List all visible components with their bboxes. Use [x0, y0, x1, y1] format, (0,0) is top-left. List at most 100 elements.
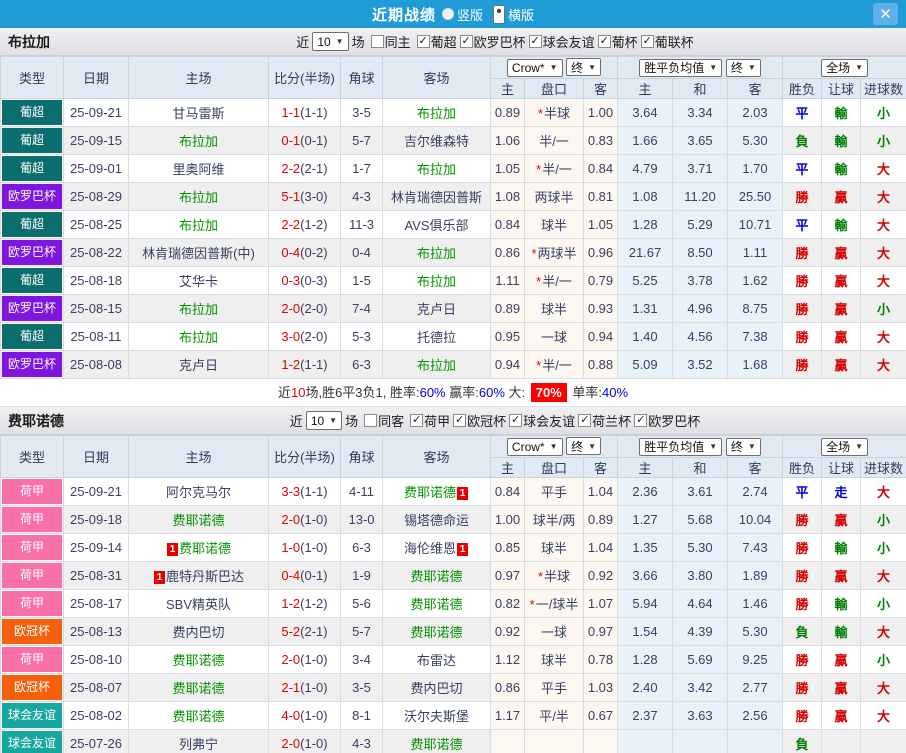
handicap-result-cell: 贏: [822, 239, 861, 267]
handicap-result-cell: 贏: [822, 702, 861, 730]
handicap-result-cell: 贏: [822, 562, 861, 590]
corner-cell: 6-3: [341, 534, 383, 562]
close-button[interactable]: ✕: [873, 3, 898, 25]
team-name: 费耶诺德: [172, 681, 224, 696]
outcome-cell: 負: [783, 730, 822, 753]
halftime-score: (0-2): [300, 245, 327, 260]
match-row: 葡超25-09-21甘马雷斯1-1(1-1)3-5布拉加0.89*半球1.003…: [1, 99, 906, 127]
goals-result-cell: 小: [861, 534, 906, 562]
fulltime-score: 2-0: [281, 512, 300, 527]
score-cell: 1-2(1-1): [269, 351, 341, 379]
section-team-name: 布拉加: [8, 32, 50, 52]
league-filter-label: 欧罗巴杯: [474, 32, 526, 51]
score-cell: 3-3(1-1): [269, 478, 341, 506]
avg-draw-cell: 4.39: [673, 618, 728, 646]
outcome-cell: 勝: [783, 351, 822, 379]
outcome-cell: 勝: [783, 183, 822, 211]
handicap-cell: *半球: [525, 99, 584, 127]
bookmaker-select[interactable]: Crow*▼: [507, 59, 563, 77]
league-filter-checkbox[interactable]: ✓葡超: [417, 32, 457, 51]
home-team-cell: 布拉加: [129, 183, 269, 211]
team-name: 布拉加: [179, 134, 218, 149]
mean-final-select[interactable]: 终▼: [726, 438, 761, 456]
bookmaker-select[interactable]: Crow*▼: [507, 438, 563, 456]
radio-vertical-layout[interactable]: 竖版: [442, 5, 483, 24]
handicap-cell: 平手: [525, 478, 584, 506]
match-row: 荷甲25-09-18费耶诺德2-0(1-0)13-0锡塔德命运1.00球半/两0…: [1, 506, 906, 534]
scope-select[interactable]: 全场▼: [821, 59, 868, 77]
fulltime-score: 2-0: [281, 736, 300, 751]
league-badge: 葡超: [2, 128, 62, 153]
mean-select-value: 胜平负均值: [644, 438, 704, 455]
odds-away-cell: 0.78: [584, 646, 618, 674]
handicap-result-cell: 輸: [822, 99, 861, 127]
col-header-type: 类型: [1, 57, 64, 99]
avg-away-cell: 7.43: [728, 534, 783, 562]
league-filter-checkbox[interactable]: ✓欧冠杯: [453, 411, 506, 430]
home-team-cell: 阿尔克马尔: [129, 478, 269, 506]
date-cell: 25-08-17: [64, 590, 129, 618]
mean-group-header: 胜平负均值▼ 终▼: [618, 436, 783, 458]
mean-select[interactable]: 胜平负均值▼: [639, 438, 722, 456]
recent-count-select[interactable]: 10 ▼: [312, 32, 348, 51]
handicap-text: 平手: [541, 681, 567, 696]
date-cell: 25-08-15: [64, 295, 129, 323]
same-venue-checkbox[interactable]: 同客: [364, 411, 404, 430]
radio-horizontal-layout[interactable]: 横版: [493, 5, 534, 24]
col-header-date: 日期: [64, 436, 129, 478]
league-filter-checkbox[interactable]: ✓欧罗巴杯: [460, 32, 526, 51]
match-row: 球会友谊25-07-26列弗宁2-0(1-0)4-3费耶诺德負: [1, 730, 906, 753]
odds-away-cell: 0.92: [584, 562, 618, 590]
team-name: 托德拉: [417, 330, 456, 345]
team-name: 布拉加: [179, 218, 218, 233]
corner-cell: 1-7: [341, 155, 383, 183]
score-cell: 2-1(1-0): [269, 674, 341, 702]
league-filter-checkbox[interactable]: ✓葡杯: [598, 32, 638, 51]
date-cell: 25-08-25: [64, 211, 129, 239]
mean-final-select-value: 终: [731, 438, 743, 455]
same-venue-label: 同客: [378, 411, 404, 430]
mean-select[interactable]: 胜平负均值▼: [639, 59, 722, 77]
odds-final-select[interactable]: 终▼: [566, 437, 601, 455]
subcol-mean-draw: 和: [673, 458, 728, 478]
odds-final-select[interactable]: 终▼: [566, 58, 601, 76]
halftime-score: (1-2): [300, 596, 327, 611]
away-team-cell: 布拉加: [383, 351, 491, 379]
col-header-home: 主场: [129, 436, 269, 478]
filter-bar: 近 10 ▼ 场 同主 ✓葡超✓欧罗巴杯✓球会友谊✓葡杯✓葡联杯: [296, 32, 693, 51]
score-cell: 0-4(0-1): [269, 562, 341, 590]
chevron-down-icon: ▼: [855, 63, 863, 72]
odds-home-cell: 0.95: [491, 323, 525, 351]
team-name: 费耶诺德: [404, 485, 456, 500]
away-team-cell: 费内巴切: [383, 674, 491, 702]
team-name: 鹿特丹斯巴达: [166, 569, 244, 584]
same-venue-checkbox[interactable]: 同主: [371, 32, 411, 51]
chevron-down-icon: ▼: [550, 442, 558, 451]
score-cell: 4-0(1-0): [269, 702, 341, 730]
league-filter-checkbox[interactable]: ✓荷兰杯: [578, 411, 631, 430]
handicap-result-cell: 贏: [822, 674, 861, 702]
filter-bar: 近 10 ▼ 场 同客 ✓荷甲✓欧冠杯✓球会友谊✓荷兰杯✓欧罗巴杯: [290, 411, 700, 430]
match-row: 欧冠杯25-08-13费内巴切5-2(2-1)5-7费耶诺德0.92一球0.97…: [1, 618, 906, 646]
mean-final-select[interactable]: 终▼: [726, 59, 761, 77]
home-team-cell: 费内巴切: [129, 618, 269, 646]
goals-result-cell: 大: [861, 183, 906, 211]
scope-select[interactable]: 全场▼: [821, 438, 868, 456]
league-filter-checkbox[interactable]: ✓荷甲: [410, 411, 450, 430]
league-filter-label: 球会友谊: [543, 32, 595, 51]
subcol-handicap-result: 让球: [822, 79, 861, 99]
team-name: 阿尔克马尔: [166, 485, 231, 500]
league-filter-checkbox[interactable]: ✓欧罗巴杯: [634, 411, 700, 430]
odds-home-cell: 0.92: [491, 618, 525, 646]
date-cell: 25-08-10: [64, 646, 129, 674]
recent-count-select[interactable]: 10 ▼: [306, 411, 342, 430]
odds-home-cell: 0.82: [491, 590, 525, 618]
outcome-cell: 勝: [783, 534, 822, 562]
avg-away-cell: 1.62: [728, 267, 783, 295]
avg-draw-cell: 3.52: [673, 351, 728, 379]
handicap-cell: *两球半: [525, 239, 584, 267]
league-filter-checkbox[interactable]: ✓球会友谊: [509, 411, 575, 430]
league-filter-checkbox[interactable]: ✓葡联杯: [641, 32, 694, 51]
league-filter-checkbox[interactable]: ✓球会友谊: [529, 32, 595, 51]
team-name: 锡塔德命运: [404, 513, 469, 528]
